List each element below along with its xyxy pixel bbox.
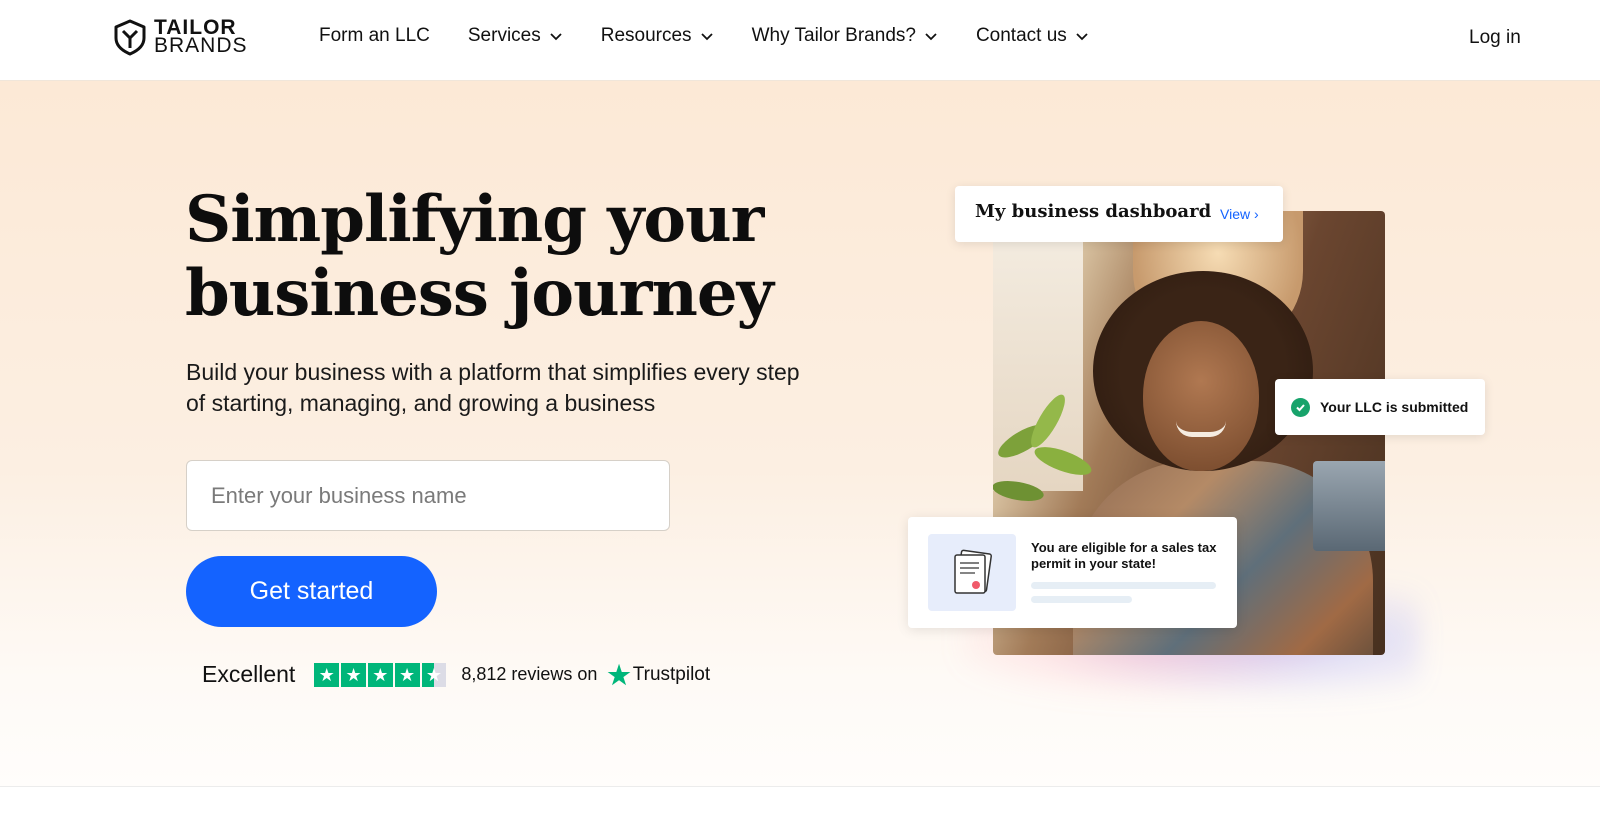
brand-line-2: BRANDS (154, 34, 248, 57)
chevron-right-icon: › (1253, 206, 1259, 222)
nav-item-label: Form an LLC (319, 25, 430, 46)
dashboard-card: My business dashboard View › (955, 186, 1283, 242)
review-count: 8,812 reviews on (461, 664, 598, 684)
rating-word: Excellent (202, 661, 296, 687)
photo-laptop (1313, 461, 1385, 551)
headline-line-2: business journey (185, 256, 774, 331)
nav-item-contact-us[interactable]: Contact us (976, 25, 1089, 47)
section-divider (0, 786, 1600, 787)
business-name-input[interactable] (186, 460, 670, 531)
dashboard-view-link[interactable]: View › (1220, 206, 1259, 222)
trustpilot-star-icon: ★ (607, 659, 631, 690)
half-star-icon: ★ (421, 662, 447, 687)
tailor-brands-shield-icon (114, 19, 146, 56)
certificate-icon (928, 534, 1016, 611)
nav-item-resources[interactable]: Resources (601, 25, 714, 47)
nav-item-label: Services (467, 25, 541, 46)
star-rating: ★ ★ ★ ★ ★ (314, 662, 447, 687)
hero-subtext: Build your business with a platform that… (186, 359, 800, 416)
nav-item-services[interactable]: Services (468, 25, 563, 47)
photo-face (1143, 321, 1259, 471)
brand-wordmark: TAILOR BRANDS (154, 17, 248, 57)
nav-item-why-tailor-brands[interactable]: Why Tailor Brands? (752, 25, 938, 47)
main-menu: Form an LLC Services Resources Why Tailo… (319, 25, 1089, 47)
top-navigation: TAILOR BRANDS Form an LLC Services Resou… (0, 0, 1600, 81)
llc-status-text: Your LLC is submitted (1320, 399, 1469, 415)
chevron-down-icon (1076, 33, 1088, 41)
nav-item-label: Resources (600, 25, 692, 46)
nav-item-label: Contact us (975, 25, 1067, 46)
llc-status-card: Your LLC is submitted (1275, 379, 1485, 435)
nav-item-label: Why Tailor Brands? (751, 25, 916, 46)
view-link-label: View (1220, 206, 1251, 222)
star-icon: ★ (314, 662, 340, 687)
placeholder-line (1031, 582, 1216, 589)
tax-permit-message: You are eligible for a sales tax permit … (1031, 540, 1217, 571)
login-link[interactable]: Log in (1469, 27, 1521, 49)
chevron-down-icon (700, 33, 713, 41)
check-circle-icon (1291, 397, 1310, 417)
hero-headline: Simplifying your business journey (185, 183, 825, 331)
chevron-down-icon (925, 33, 937, 41)
star-icon: ★ (341, 662, 366, 687)
brand-logo[interactable]: TAILOR BRANDS (112, 17, 248, 57)
placeholder-line (1031, 596, 1132, 603)
trustpilot-rating[interactable]: Excellent ★ ★ ★ ★ ★ 8,812 reviews on ★ T… (202, 661, 710, 688)
trustpilot-logo: ★ Trustpilot (607, 659, 711, 690)
dashboard-title: My business dashboard (975, 201, 1212, 222)
get-started-button[interactable]: Get started (186, 556, 437, 627)
headline-line-1: Simplifying your (185, 182, 764, 257)
star-icon: ★ (394, 662, 420, 687)
star-icon: ★ (367, 662, 393, 687)
trustpilot-wordmark: Trustpilot (632, 663, 711, 685)
chevron-down-icon (550, 33, 562, 41)
tax-permit-card: You are eligible for a sales tax permit … (908, 517, 1237, 628)
nav-item-form-llc[interactable]: Form an LLC (319, 25, 430, 47)
